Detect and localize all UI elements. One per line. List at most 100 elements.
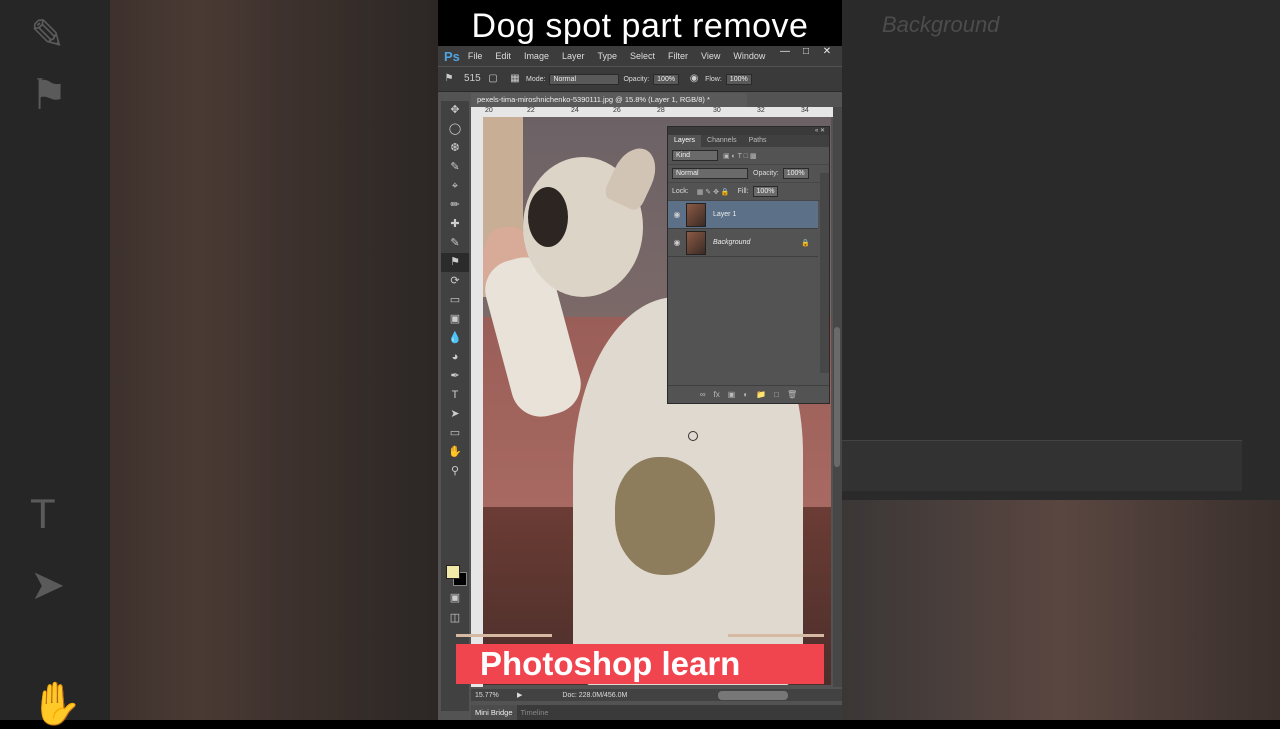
tool-options-bar: ⚑ 515 ▢ ▦ Mode: Normal Opacity: 100% ◉ F…	[438, 67, 842, 92]
history-brush-tool-icon[interactable]: ⟳	[441, 272, 469, 291]
scroll-thumb[interactable]	[834, 327, 840, 467]
filter-icons[interactable]: ▣ ◐ T □ ▩	[723, 152, 757, 160]
new-group-icon[interactable]: 📁	[756, 390, 766, 399]
brush-tool-icon[interactable]: ✎	[441, 234, 469, 253]
move-tool-icon[interactable]: ✥	[441, 101, 469, 120]
zoom-level[interactable]: 15.77%	[471, 692, 505, 699]
eyedropper-tool-icon[interactable]: ✏	[441, 196, 469, 215]
blurred-background-layer-label: Background	[882, 12, 1000, 37]
adjustment-layer-icon[interactable]: ◐	[743, 390, 748, 399]
photoshop-learn-banner: Photoshop learn	[456, 644, 824, 684]
clone-stamp-preset-icon[interactable]: ⚑	[442, 72, 456, 86]
ruler-tick: 22	[527, 107, 535, 114]
lasso-tool-icon[interactable]: ❆	[441, 139, 469, 158]
ruler-tick: 30	[713, 107, 721, 114]
path-select-tool-icon[interactable]: ➤	[441, 405, 469, 424]
ruler-tick: 24	[571, 107, 579, 114]
tab-timeline[interactable]: Timeline	[517, 708, 553, 717]
dodge-tool-icon[interactable]: ◕	[441, 348, 469, 367]
layer-opacity-field[interactable]: 100%	[782, 168, 809, 179]
fx-icon[interactable]: fx	[714, 390, 720, 399]
menu-window[interactable]: Window	[733, 51, 765, 61]
layer-name: Background	[713, 239, 751, 246]
layer-row-background[interactable]: ◉ Background 🔒	[668, 229, 818, 257]
delete-layer-icon[interactable]: 🗑	[787, 390, 797, 399]
screen-mode-icon[interactable]: ◫	[441, 609, 469, 628]
marquee-tool-icon[interactable]: ◯	[441, 120, 469, 139]
minimize-button[interactable]: —	[776, 46, 794, 58]
menu-filter[interactable]: Filter	[668, 51, 688, 61]
flow-field[interactable]: 100%	[725, 73, 752, 85]
status-menu-icon[interactable]: ▶	[517, 691, 522, 699]
filter-kind-select[interactable]: Kind	[672, 150, 718, 161]
layer-filter-row: Kind ▣ ◐ T □ ▩	[668, 147, 829, 165]
link-layers-icon[interactable]: ∞	[700, 390, 706, 399]
menu-edit[interactable]: Edit	[495, 51, 511, 61]
visibility-eye-icon[interactable]: ◉	[668, 210, 686, 219]
blurred-type-icon: T	[30, 490, 56, 537]
add-mask-icon[interactable]: ▣	[728, 390, 736, 399]
zoom-tool-icon[interactable]: ⚲	[441, 462, 469, 481]
toggle-brush-panel-icon[interactable]: ▢	[486, 72, 500, 86]
layers-scrollbar[interactable]	[820, 173, 829, 373]
menu-image[interactable]: Image	[524, 51, 549, 61]
layer-thumbnail	[686, 230, 706, 255]
tab-mini-bridge[interactable]: Mini Bridge	[471, 705, 517, 720]
fill-field[interactable]: 100%	[752, 186, 779, 197]
opacity-label: Opacity:	[623, 75, 650, 83]
blurred-background-left: ✎ ⚑ T ➤ ✋	[0, 0, 438, 727]
tab-channels[interactable]: Channels	[701, 135, 743, 147]
tab-paths[interactable]: Paths	[743, 135, 773, 147]
canvas-horizontal-scroll-thumb[interactable]	[718, 691, 788, 700]
shape-tool-icon[interactable]: ▭	[441, 424, 469, 443]
tab-layers[interactable]: Layers	[668, 135, 702, 147]
brush-size-preview[interactable]: 515	[464, 72, 481, 86]
quick-mask-icon[interactable]: ▣	[441, 589, 469, 608]
bottom-panel-tabs: Mini Bridge Timeline	[471, 705, 842, 720]
layers-panel-actions: ∞ fx ▣ ◐ 📁 □ 🗑	[668, 386, 829, 402]
crop-tool-icon[interactable]: ⌖	[441, 177, 469, 196]
canvas-vertical-scrollbar[interactable]	[833, 107, 842, 687]
panel-collapse-icon[interactable]: « ✕	[668, 127, 829, 135]
menu-select[interactable]: Select	[630, 51, 655, 61]
menu-bar: Ps File Edit Image Layer Type Select Fil…	[438, 46, 842, 66]
blurred-stamp-icon: ⚑	[30, 71, 68, 118]
type-tool-icon[interactable]: T	[441, 386, 469, 405]
flow-label: Flow:	[705, 75, 722, 83]
healing-brush-tool-icon[interactable]: ✚	[441, 215, 469, 234]
blurred-brush-icon: ✎	[30, 11, 66, 58]
pressure-opacity-icon[interactable]: ◉	[687, 72, 701, 86]
quick-select-tool-icon[interactable]: ✎	[441, 158, 469, 177]
foreground-color-swatch[interactable]	[446, 565, 460, 579]
hand-tool-icon[interactable]: ✋	[441, 443, 469, 462]
blur-tool-icon[interactable]: 💧	[441, 329, 469, 348]
eraser-tool-icon[interactable]: ▭	[441, 291, 469, 310]
layer-thumbnail	[686, 202, 706, 227]
blend-mode-select[interactable]: Normal	[672, 168, 748, 179]
ruler-tick: 34	[801, 107, 809, 114]
blurred-background-right: Background	[842, 0, 1280, 720]
layer-name: Layer 1	[713, 211, 737, 218]
clone-stamp-tool-icon[interactable]: ⚑	[441, 253, 469, 272]
menu-file[interactable]: File	[468, 51, 483, 61]
clone-stamp-cursor	[688, 431, 698, 441]
layers-panel: « ✕ Layers Channels Paths Kind ▣ ◐ T □ ▩…	[667, 126, 830, 404]
close-button[interactable]: ✕	[818, 46, 836, 58]
opacity-field[interactable]: 100%	[653, 73, 680, 85]
new-layer-icon[interactable]: □	[774, 390, 779, 399]
clone-source-panel-icon[interactable]: ▦	[508, 72, 522, 86]
blurred-arrow-icon: ➤	[30, 561, 66, 608]
visibility-eye-icon[interactable]: ◉	[668, 238, 686, 247]
blurred-hand-icon: ✋	[30, 680, 83, 727]
layer-row-layer-1[interactable]: ◉ Layer 1	[668, 201, 818, 229]
maximize-button[interactable]: □	[797, 46, 815, 58]
gradient-tool-icon[interactable]: ▣	[441, 310, 469, 329]
mode-select[interactable]: Normal	[549, 73, 620, 85]
lock-icons[interactable]: ▦ ✎ ✥ 🔒	[697, 188, 730, 196]
menu-view[interactable]: View	[701, 51, 720, 61]
menu-layer[interactable]: Layer	[562, 51, 585, 61]
document-tab[interactable]: pexels-tima-miroshnichenko-5390111.jpg @…	[471, 93, 747, 107]
blend-row: Normal Opacity: 100%	[668, 165, 829, 183]
pen-tool-icon[interactable]: ✒	[441, 367, 469, 386]
menu-type[interactable]: Type	[597, 51, 617, 61]
